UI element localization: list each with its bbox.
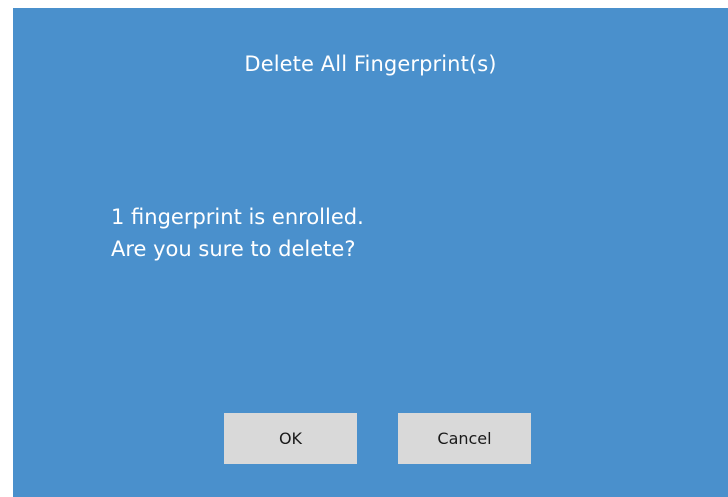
message-line-enrolled-count: 1 fingerprint is enrolled. [111, 205, 364, 229]
ok-button[interactable]: OK [224, 413, 357, 464]
dialog-message: 1 fingerprint is enrolled. Are you sure … [111, 201, 364, 265]
dialog-title: Delete All Fingerprint(s) [244, 52, 497, 76]
cancel-button[interactable]: Cancel [398, 413, 531, 464]
message-line-confirm-question: Are you sure to delete? [111, 237, 356, 261]
delete-fingerprints-dialog: Delete All Fingerprint(s) 1 fingerprint … [13, 8, 728, 497]
